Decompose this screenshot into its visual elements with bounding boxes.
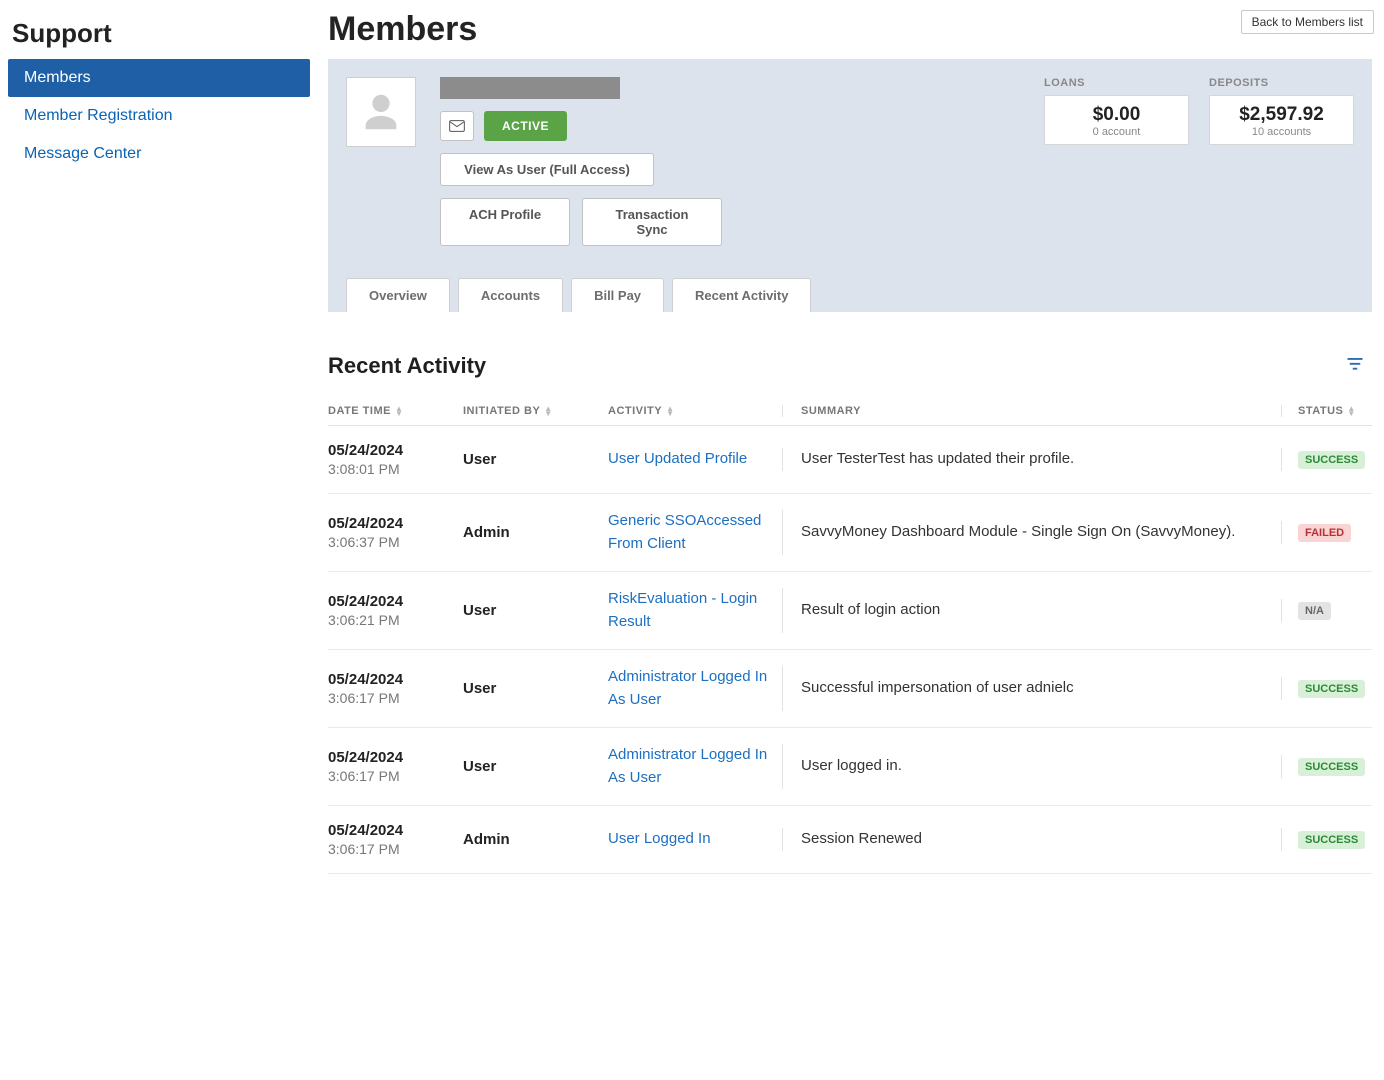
table-row: 05/24/20243:06:17 PMUserAdministrator Lo… — [328, 728, 1372, 806]
profile-panel: ACTIVE View As User (Full Access) ACH Pr… — [328, 59, 1372, 312]
sidebar-title: Support — [8, 10, 310, 59]
tab-recent-activity[interactable]: Recent Activity — [672, 278, 811, 312]
loans-label: LOANS — [1044, 77, 1189, 89]
activity-link[interactable]: Administrator Logged In As User — [608, 668, 767, 708]
activity-link[interactable]: RiskEvaluation - Login Result — [608, 590, 757, 630]
mail-button[interactable] — [440, 111, 474, 141]
status-badge-success: SUCCESS — [1298, 451, 1365, 469]
col-header-status-label: STATUS — [1298, 405, 1343, 417]
loans-amount: $0.00 — [1051, 104, 1182, 126]
sort-icon: ▲▼ — [1347, 406, 1355, 416]
cell-activity: User Logged In — [608, 828, 783, 851]
col-header-initiated-label: INITIATED BY — [463, 405, 540, 417]
tab-bill-pay[interactable]: Bill Pay — [571, 278, 664, 312]
col-header-activity[interactable]: ACTIVITY ▲▼ — [608, 405, 783, 417]
recent-activity-section: Recent Activity DATE TIME ▲▼ — [328, 352, 1372, 874]
cell-datetime: 05/24/20243:06:17 PM — [328, 822, 463, 857]
cell-summary: SavvyMoney Dashboard Module - Single Sig… — [783, 521, 1282, 544]
tab-overview[interactable]: Overview — [346, 278, 450, 312]
col-header-status[interactable]: STATUS ▲▼ — [1282, 405, 1372, 417]
activity-link[interactable]: User Updated Profile — [608, 450, 747, 467]
back-to-members-button[interactable]: Back to Members list — [1241, 10, 1374, 34]
cell-datetime: 05/24/20243:08:01 PM — [328, 442, 463, 477]
activity-link[interactable]: Generic SSOAccessed From Client — [608, 512, 761, 552]
cell-datetime: 05/24/20243:06:17 PM — [328, 671, 463, 706]
cell-initiated-by: User — [463, 602, 608, 619]
table-row: 05/24/20243:06:37 PMAdminGeneric SSOAcce… — [328, 494, 1372, 572]
cell-initiated-by: User — [463, 451, 608, 468]
table-row: 05/24/20243:06:17 PMAdminUser Logged In S… — [328, 806, 1372, 874]
activity-table: DATE TIME ▲▼ INITIATED BY ▲▼ ACTIVITY ▲▼… — [328, 397, 1372, 874]
deposits-label: DEPOSITS — [1209, 77, 1354, 89]
person-icon — [358, 89, 404, 135]
activity-link[interactable]: User Logged In — [608, 830, 711, 847]
cell-status: SUCCESS — [1282, 757, 1372, 776]
cell-datetime: 05/24/20243:06:37 PM — [328, 515, 463, 550]
cell-status: SUCCESS — [1282, 679, 1372, 698]
envelope-icon — [449, 120, 465, 132]
filter-button[interactable] — [1338, 352, 1372, 379]
cell-summary: Result of login action — [783, 599, 1282, 622]
cell-initiated-by: User — [463, 680, 608, 697]
col-header-summary-label: SUMMARY — [801, 405, 861, 417]
filter-icon — [1346, 356, 1364, 372]
cell-summary: User TesterTest has updated their profil… — [783, 448, 1282, 471]
sidebar: Support MembersMember RegistrationMessag… — [0, 0, 310, 874]
status-badge-success: SUCCESS — [1298, 680, 1365, 698]
col-header-date[interactable]: DATE TIME ▲▼ — [328, 405, 463, 417]
cell-status: FAILED — [1282, 523, 1372, 542]
status-badge: ACTIVE — [484, 111, 567, 141]
cell-activity: Administrator Logged In As User — [608, 744, 783, 789]
status-badge-na: N/A — [1298, 602, 1331, 620]
cell-initiated-by: Admin — [463, 831, 608, 848]
sort-icon: ▲▼ — [666, 406, 674, 416]
col-header-activity-label: ACTIVITY — [608, 405, 662, 417]
section-title: Recent Activity — [328, 353, 486, 379]
cell-summary: Successful impersonation of user adnielc — [783, 677, 1282, 700]
cell-status: SUCCESS — [1282, 450, 1372, 469]
status-badge-success: SUCCESS — [1298, 831, 1365, 849]
status-badge-success: SUCCESS — [1298, 758, 1365, 776]
col-header-date-label: DATE TIME — [328, 405, 391, 417]
deposits-amount: $2,597.92 — [1216, 104, 1347, 126]
avatar — [346, 77, 416, 147]
cell-initiated-by: User — [463, 758, 608, 775]
cell-datetime: 05/24/20243:06:21 PM — [328, 593, 463, 628]
status-badge-failed: FAILED — [1298, 524, 1351, 542]
sidebar-item-members[interactable]: Members — [8, 59, 310, 97]
sort-icon: ▲▼ — [544, 406, 552, 416]
col-header-initiated[interactable]: INITIATED BY ▲▼ — [463, 405, 608, 417]
activity-link[interactable]: Administrator Logged In As User — [608, 746, 767, 786]
cell-activity: Generic SSOAccessed From Client — [608, 510, 783, 555]
transaction-sync-button[interactable]: Transaction Sync — [582, 198, 722, 246]
cell-initiated-by: Admin — [463, 524, 608, 541]
table-row: 05/24/20243:06:21 PMUserRiskEvaluation -… — [328, 572, 1372, 650]
view-as-user-button[interactable]: View As User (Full Access) — [440, 153, 654, 186]
cell-status: SUCCESS — [1282, 830, 1372, 849]
page-title: Members — [328, 10, 477, 49]
main-content: Members Back to Members list — [310, 0, 1384, 874]
deposits-accounts: 10 accounts — [1216, 126, 1347, 138]
col-header-summary: SUMMARY — [783, 405, 1282, 417]
cell-summary: Session Renewed — [783, 828, 1282, 851]
loans-summary: LOANS $0.00 0 account — [1044, 77, 1189, 145]
tab-accounts[interactable]: Accounts — [458, 278, 563, 312]
table-header: DATE TIME ▲▼ INITIATED BY ▲▼ ACTIVITY ▲▼… — [328, 397, 1372, 426]
sort-icon: ▲▼ — [395, 406, 403, 416]
cell-summary: User logged in. — [783, 755, 1282, 778]
member-name-redacted — [440, 77, 620, 99]
cell-activity: User Updated Profile — [608, 448, 783, 471]
loans-accounts: 0 account — [1051, 126, 1182, 138]
deposits-summary: DEPOSITS $2,597.92 10 accounts — [1209, 77, 1354, 145]
ach-profile-button[interactable]: ACH Profile — [440, 198, 570, 246]
sidebar-item-message-center[interactable]: Message Center — [8, 135, 310, 173]
cell-datetime: 05/24/20243:06:17 PM — [328, 749, 463, 784]
cell-status: N/A — [1282, 601, 1372, 620]
table-row: 05/24/20243:08:01 PMUserUser Updated Pro… — [328, 426, 1372, 494]
cell-activity: Administrator Logged In As User — [608, 666, 783, 711]
table-row: 05/24/20243:06:17 PMUserAdministrator Lo… — [328, 650, 1372, 728]
sidebar-item-member-registration[interactable]: Member Registration — [8, 97, 310, 135]
cell-activity: RiskEvaluation - Login Result — [608, 588, 783, 633]
